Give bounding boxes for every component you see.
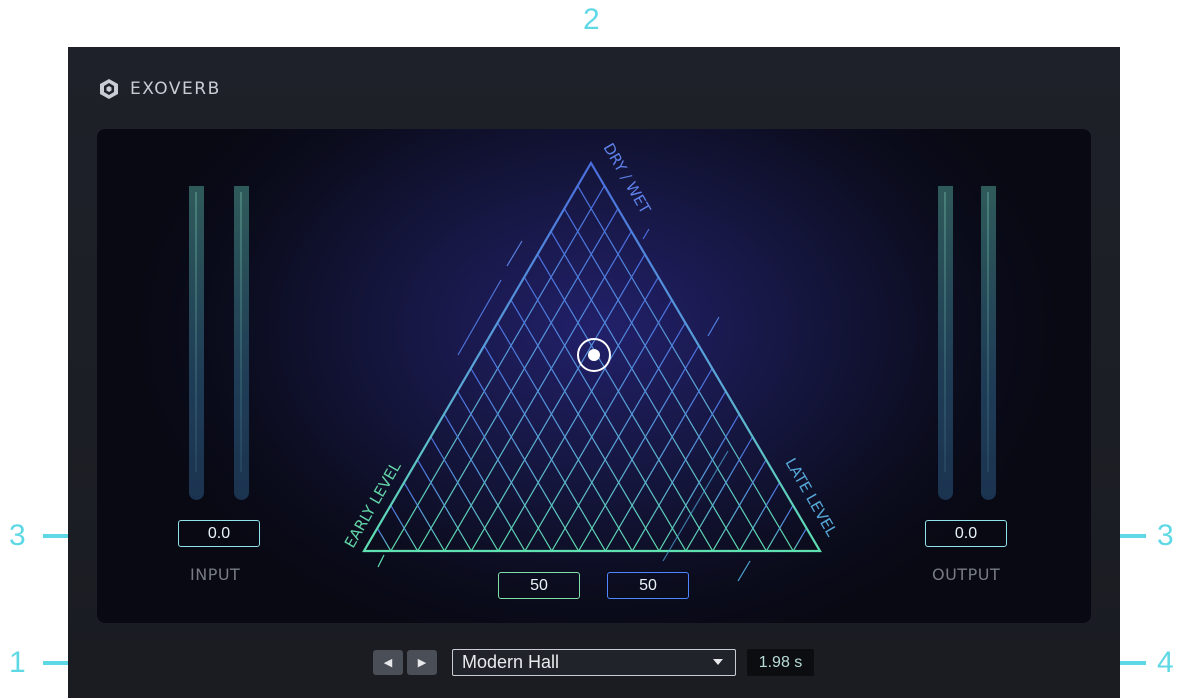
- reverb-mix-triangle[interactable]: DRY / WET EARLY LEVEL LATE LEVEL: [97, 129, 1091, 623]
- grid-line-left: [417, 208, 619, 552]
- callout-number-4: 4: [1157, 646, 1174, 679]
- callout-number-2: 2: [583, 3, 600, 36]
- preset-dropdown[interactable]: Modern Hall: [452, 649, 736, 676]
- grid-line-right: [430, 436, 499, 552]
- late-level-label: LATE LEVEL: [782, 455, 841, 540]
- triangle-grid: [376, 185, 808, 552]
- grid-line-right: [376, 527, 392, 552]
- mix-puck[interactable]: [577, 338, 611, 372]
- grid-line-right: [510, 299, 660, 552]
- grid-line-left: [631, 390, 727, 552]
- preset-name: Modern Hall: [462, 652, 560, 672]
- exoverb-logo-icon: [100, 79, 118, 99]
- triangle-left-icon: ◀: [383, 657, 393, 669]
- triangle-right-icon: ▶: [417, 657, 427, 669]
- preset-bar: ◀ ▶ Modern Hall 1.98 s: [68, 639, 1120, 679]
- callout-number-3-right: 3: [1157, 519, 1174, 552]
- plugin-window: EXOVERB 0.0 INPUT 0.0 OUTPUT DRY / WET E…: [68, 47, 1120, 698]
- grid-line-left: [792, 527, 808, 552]
- grid-line-right: [537, 253, 714, 552]
- decay-time-display[interactable]: 1.98 s: [747, 649, 814, 676]
- grid-line-left: [685, 436, 754, 552]
- app-title: EXOVERB: [130, 79, 221, 99]
- chevron-down-icon: [713, 659, 723, 665]
- grid-line-right: [483, 345, 606, 552]
- dry-wet-label: DRY / WET: [600, 140, 655, 217]
- next-preset-button[interactable]: ▶: [407, 650, 437, 675]
- grid-line-left: [470, 253, 646, 552]
- main-panel: 0.0 INPUT 0.0 OUTPUT DRY / WET EARLY LEV…: [97, 129, 1091, 623]
- early-level-field[interactable]: 50: [498, 572, 580, 599]
- grid-line-left: [524, 299, 673, 552]
- grid-line-right: [456, 390, 553, 552]
- grid-line-right: [563, 208, 767, 552]
- brand: EXOVERB: [98, 78, 221, 100]
- late-level-field[interactable]: 50: [607, 572, 689, 599]
- callout-number-3-left: 3: [9, 519, 26, 552]
- prev-preset-button[interactable]: ◀: [373, 650, 403, 675]
- callout-number-1: 1: [9, 646, 26, 679]
- grid-line-left: [578, 345, 700, 552]
